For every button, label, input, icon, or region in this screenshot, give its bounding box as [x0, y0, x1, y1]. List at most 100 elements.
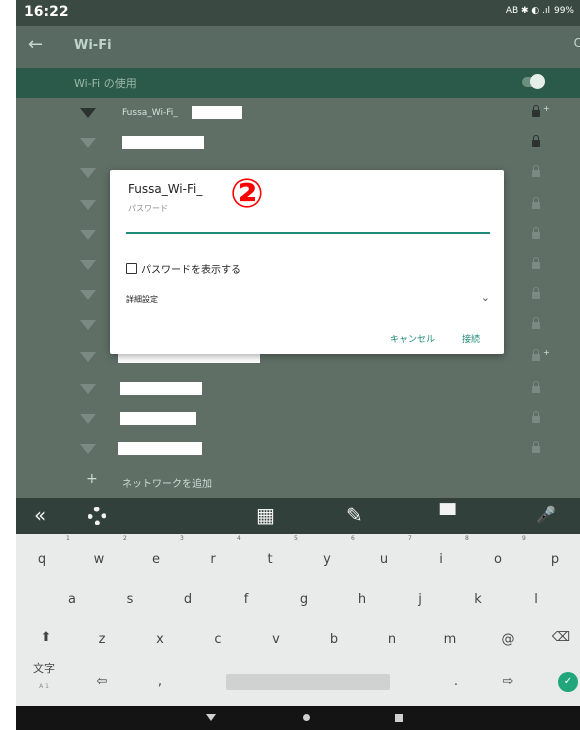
advanced-settings-row[interactable]: 詳細設定 ⌄ — [126, 291, 490, 308]
key-j[interactable]: j — [400, 582, 440, 618]
cancel-button[interactable]: キャンセル — [390, 332, 435, 345]
microphone-icon[interactable]: 🎤 — [536, 504, 556, 526]
wifi-password-dialog: Fussa_Wi-Fi_ ② パスワード パスワードを表示する 詳細設定 ⌄ キ… — [110, 170, 504, 354]
input-mode-label: 文字 — [33, 662, 55, 675]
password-input[interactable] — [126, 216, 490, 234]
collapse-icon[interactable]: « — [34, 504, 46, 526]
key-hint-number: 7 — [408, 535, 412, 542]
keypad-icon[interactable]: ▦ — [256, 504, 275, 526]
chevron-down-icon[interactable]: ⌄ — [481, 291, 490, 304]
keyboard-toolbar: « ▦ ✎ ▀ 🎤 — [16, 498, 580, 534]
add-network-label: ネットワークを追加 — [122, 479, 212, 490]
wifi-signal-icon — [80, 260, 96, 270]
app-bar-action[interactable]: C — [574, 36, 580, 50]
status-time: 16:22 — [24, 4, 69, 20]
backspace-key[interactable]: ⌫ — [541, 620, 580, 656]
key-r[interactable]: r — [193, 542, 233, 578]
key-t[interactable]: t — [250, 542, 290, 578]
key-at[interactable]: @ — [488, 622, 528, 658]
network-item[interactable] — [16, 376, 580, 406]
key-c[interactable]: c — [198, 622, 238, 658]
redacted-name — [120, 412, 196, 425]
wifi-signal-icon — [80, 290, 96, 300]
wifi-signal-icon — [80, 200, 96, 210]
lock-icon — [532, 381, 540, 393]
space-key[interactable] — [226, 674, 390, 690]
key-s[interactable]: s — [110, 582, 150, 618]
key-a[interactable]: a — [52, 582, 92, 618]
key-k[interactable]: k — [458, 582, 498, 618]
connect-button[interactable]: 接続 — [462, 332, 480, 345]
wifi-signal-icon — [80, 414, 96, 424]
lock-icon — [532, 411, 540, 423]
lock-icon — [532, 257, 540, 269]
network-item[interactable] — [16, 436, 580, 466]
key-f[interactable]: f — [226, 582, 266, 618]
key-n[interactable]: n — [372, 622, 412, 658]
key-b[interactable]: b — [314, 622, 354, 658]
key-x[interactable]: x — [140, 622, 180, 658]
wifi-signal-icon — [80, 384, 96, 394]
enter-key[interactable]: ✓ — [558, 672, 578, 692]
key-hint-number: 5 — [294, 535, 298, 542]
input-mode-key[interactable]: 文字 A 1 — [24, 660, 64, 696]
network-item[interactable]: Fussa_Wi-Fi_ + — [16, 100, 580, 130]
lock-icon — [532, 135, 540, 147]
redacted-name — [118, 442, 202, 455]
key-u[interactable]: u — [364, 542, 404, 578]
signal-icons: AB ✱ ◐ .ıl — [505, 6, 550, 16]
cursor-right-key[interactable]: ⇨ — [488, 664, 528, 700]
period-key[interactable]: . — [436, 664, 476, 700]
keyboard: ⬆ ⌫ 文字 A 1 ⇦ , . ⇨ ✓ qwertyuiop 1 2 3 4 5 6 7 8 9… — [16, 534, 580, 706]
key-hint-number: 2 — [123, 535, 127, 542]
gear-icon[interactable] — [88, 507, 106, 525]
key-o[interactable]: o — [478, 542, 518, 578]
toggle-knob — [530, 74, 545, 89]
nav-recents-icon[interactable] — [395, 714, 403, 722]
lock-icon — [532, 287, 540, 299]
wifi-signal-icon — [80, 230, 96, 240]
key-w[interactable]: w — [79, 542, 119, 578]
nav-home-icon[interactable] — [303, 714, 310, 721]
network-item[interactable] — [16, 130, 580, 160]
advanced-settings-label: 詳細設定 — [126, 295, 158, 304]
theme-icon[interactable]: ▀ — [440, 504, 455, 526]
key-g[interactable]: g — [284, 582, 324, 618]
key-z[interactable]: z — [82, 622, 122, 658]
nav-back-icon[interactable] — [206, 714, 216, 721]
key-l[interactable]: l — [516, 582, 556, 618]
app-bar: ← Wi-Fi C — [16, 26, 580, 68]
checkbox-icon[interactable] — [126, 263, 137, 274]
key-p[interactable]: p — [535, 542, 575, 578]
wifi-toggle-row[interactable]: Wi-Fi の使用 — [16, 68, 580, 98]
add-network-item[interactable]: + ネットワークを追加 — [16, 466, 580, 496]
comma-key[interactable]: , — [140, 664, 180, 700]
key-hint-number: 3 — [180, 535, 184, 542]
key-h[interactable]: h — [342, 582, 382, 618]
dialog-title: Fussa_Wi-Fi_ — [128, 182, 203, 196]
key-v[interactable]: v — [256, 622, 296, 658]
wifi-signal-icon — [80, 138, 96, 148]
key-d[interactable]: d — [168, 582, 208, 618]
shift-key[interactable]: ⬆ — [26, 620, 66, 656]
status-indicators: AB ✱ ◐ .ıl 99% — [506, 6, 574, 16]
wifi-signal-icon — [80, 320, 96, 330]
plus-mark-icon: + — [543, 104, 550, 113]
key-y[interactable]: y — [307, 542, 347, 578]
wifi-toggle-switch[interactable] — [522, 74, 545, 89]
cursor-left-key[interactable]: ⇦ — [82, 664, 122, 700]
key-e[interactable]: e — [136, 542, 176, 578]
key-i[interactable]: i — [421, 542, 461, 578]
page-title: Wi-Fi — [74, 38, 112, 53]
wifi-signal-icon — [80, 444, 96, 454]
plus-icon: + — [86, 471, 98, 487]
navigation-bar — [16, 706, 580, 730]
key-q[interactable]: q — [22, 542, 62, 578]
lock-icon — [532, 105, 540, 117]
arrow-left-icon[interactable]: ← — [28, 34, 43, 55]
network-item[interactable] — [16, 406, 580, 436]
edit-icon[interactable]: ✎ — [346, 504, 363, 526]
input-mode-sub: A 1 — [39, 683, 49, 690]
show-password-option[interactable]: パスワードを表示する — [126, 261, 241, 276]
key-m[interactable]: m — [430, 622, 470, 658]
